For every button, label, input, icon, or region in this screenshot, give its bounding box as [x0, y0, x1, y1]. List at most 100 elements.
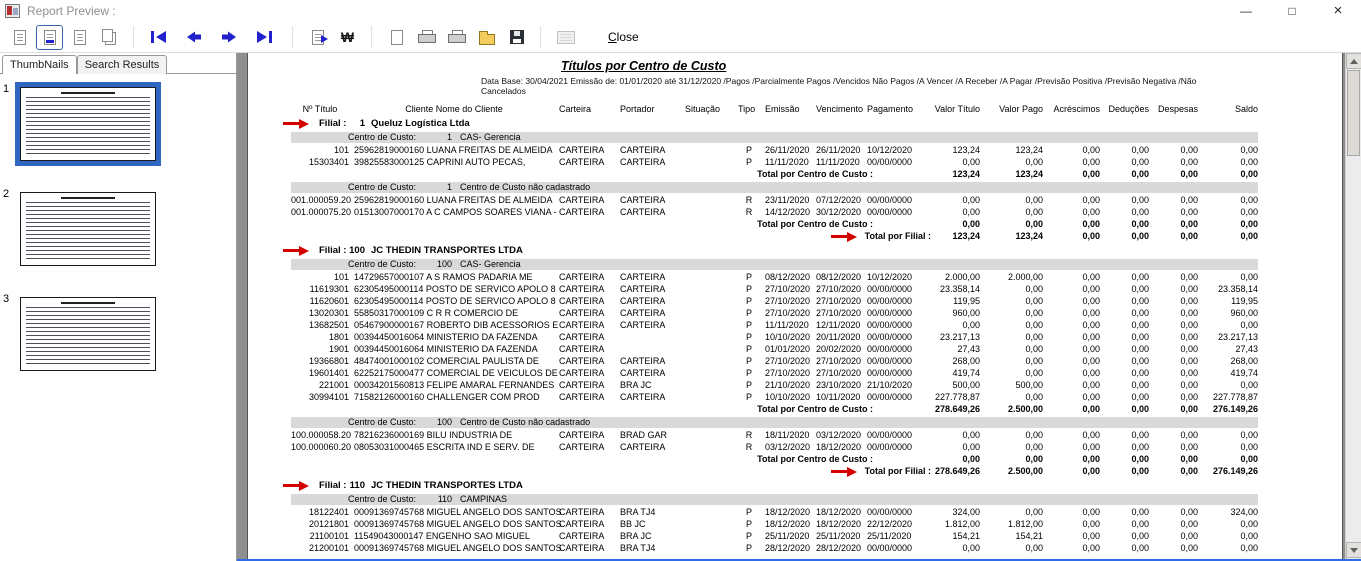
cell: 0,00 [985, 356, 1043, 367]
close-button[interactable]: Close [598, 26, 649, 48]
window-controls: — □ × [1223, 0, 1361, 22]
table-row: 1812240100091369745768 MIGUEL ANGELO DOS… [291, 507, 1258, 518]
thumbnail-page-preview[interactable] [20, 297, 156, 371]
cell: 20121801 [291, 519, 349, 530]
centro-de-custo-name: Centro de Custo não cadastrado [460, 182, 590, 193]
cell: 0,00 [1154, 219, 1198, 230]
page-setup-button[interactable] [383, 25, 410, 50]
centro-de-custo-name: CAMPINAS [460, 494, 507, 505]
cell [685, 442, 733, 453]
cell [685, 507, 733, 518]
goto-page-button[interactable] [304, 25, 331, 50]
cell: 11620601 [291, 296, 349, 307]
print-button[interactable] [443, 25, 470, 50]
cell: 0,00 [1105, 272, 1149, 283]
cell: CARTEIRA [559, 332, 615, 343]
blank-page-icon [391, 30, 403, 45]
cell: 0,00 [1105, 296, 1149, 307]
prior-page-button[interactable] [180, 25, 207, 50]
cell: Carteira [559, 104, 615, 115]
last-page-button[interactable] [250, 25, 277, 50]
centro-de-custo-number: 100 [416, 259, 452, 270]
cell: 07/12/2020 [816, 195, 862, 206]
minimize-button[interactable]: — [1223, 0, 1269, 22]
tab-thumbnails[interactable]: ThumbNails [2, 55, 77, 74]
report-title: Títulos por Centro de Custo [561, 60, 1342, 73]
cell: CARTEIRA [620, 195, 680, 206]
table-row: 001.000059.2025962819000160 LUANA FREITA… [291, 195, 1258, 206]
cell: 08/12/2020 [816, 272, 862, 283]
currency-button[interactable]: ₩ [334, 25, 361, 50]
cell: P [738, 356, 760, 367]
cell: 0,00 [1048, 404, 1100, 415]
maximize-button[interactable]: □ [1269, 0, 1315, 22]
open-folder-icon [479, 34, 495, 45]
centro-de-custo-label: Centro de Custo: [348, 259, 416, 270]
cell: 27/10/2020 [765, 296, 811, 307]
cell: 18/12/2020 [816, 442, 862, 453]
centro-de-custo-bar: Centro de Custo:110CAMPINAS [291, 494, 1258, 505]
cell: 0,00 [1105, 466, 1149, 477]
thumbnail-item[interactable]: 3 [0, 292, 236, 376]
cell: 0,00 [1048, 332, 1100, 343]
cell: 0,00 [1105, 231, 1149, 242]
open-report-button[interactable] [473, 25, 500, 50]
cell: 0,00 [1048, 231, 1100, 242]
next-page-button[interactable] [215, 25, 242, 50]
export-button[interactable] [552, 25, 579, 50]
cell: 00/00/0000 [867, 543, 913, 554]
centro-de-custo-bar: Centro de Custo:100CAS- Gerencia [291, 259, 1258, 270]
scroll-down-button[interactable] [1346, 542, 1361, 558]
report-table: Nº TítuloCliente Nome do ClienteCarteira… [291, 104, 1258, 554]
page-width-view-button[interactable] [36, 25, 63, 50]
cell: 22/12/2020 [867, 519, 913, 530]
cell: 0,00 [1105, 531, 1149, 542]
centro-de-custo-bar: Centro de Custo:1Centro de Custo não cad… [291, 182, 1258, 193]
thumbnail-content-lines [26, 202, 150, 261]
total-centro-row: Total por Centro de Custo :278.649,262.5… [291, 404, 1258, 415]
cell: 0,00 [1105, 308, 1149, 319]
centro-de-custo-number: 1 [416, 182, 452, 193]
report-preview-window: { "window": { "title": "Report Preview :… [0, 0, 1361, 561]
cell: CARTEIRA [620, 207, 680, 218]
cell: 0,00 [985, 195, 1043, 206]
tab-search-results[interactable]: Search Results [77, 55, 168, 74]
cell: 0,00 [1105, 368, 1149, 379]
cell: 960,00 [918, 308, 980, 319]
cell [685, 320, 733, 331]
cell: 0,00 [1203, 519, 1258, 530]
cell: 19601401 [291, 368, 349, 379]
cell: P [738, 145, 760, 156]
thumbnail-item[interactable]: 1 [0, 82, 236, 166]
cell: 30994101 [291, 392, 349, 403]
cell: Vencimento [816, 104, 862, 115]
save-report-button[interactable] [503, 25, 530, 50]
printer-setup-icon [418, 30, 435, 44]
cell: 960,00 [1203, 308, 1258, 319]
first-page-button[interactable] [145, 25, 172, 50]
thumbnail-item[interactable]: 2 [0, 187, 236, 271]
cell: 12/11/2020 [816, 320, 862, 331]
whole-page-view-button[interactable] [6, 25, 33, 50]
cell: 0,00 [985, 157, 1043, 168]
cell [685, 430, 733, 441]
cell: 0,00 [1154, 272, 1198, 283]
thumbnail-page-preview[interactable] [20, 192, 156, 266]
close-window-button[interactable]: × [1315, 0, 1361, 22]
cell: 25/11/2020 [867, 531, 913, 542]
cell: 0,00 [1105, 356, 1149, 367]
cell: BRA TJ4 [620, 507, 680, 518]
filial-label: Filial : [319, 118, 349, 130]
scrollbar-thumb[interactable] [1347, 70, 1360, 156]
zoom-view-button[interactable] [66, 25, 93, 50]
cell: 00/00/0000 [867, 507, 913, 518]
cell: 00/00/0000 [867, 308, 913, 319]
multi-page-view-button[interactable] [96, 25, 123, 50]
cell: Deduções [1105, 104, 1149, 115]
scroll-up-button[interactable] [1346, 53, 1361, 69]
cell: 71582126000160 CHALLENGER COM PROD [354, 392, 554, 403]
cell: 324,00 [918, 507, 980, 518]
printer-setup-button[interactable] [413, 25, 440, 50]
vertical-scrollbar[interactable] [1345, 53, 1361, 561]
thumbnail-page-preview[interactable] [20, 87, 156, 161]
